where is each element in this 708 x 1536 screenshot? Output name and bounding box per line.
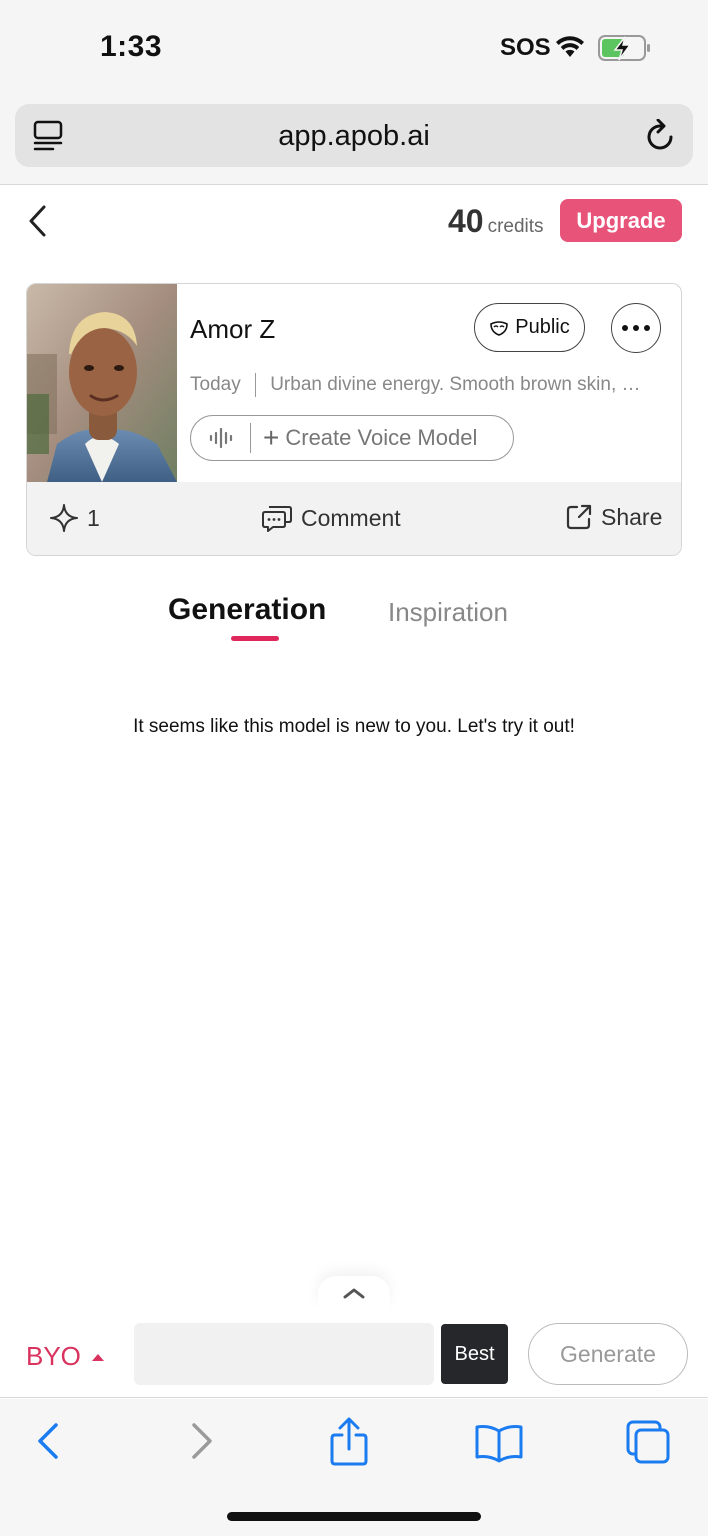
battery-charging-icon [598,35,650,61]
share-sheet-icon[interactable] [328,1417,370,1467]
empty-state-message: It seems like this model is new to you. … [133,716,575,737]
caret-up-icon [91,1353,104,1361]
visibility-button[interactable]: Public [474,303,585,352]
share-label: Share [601,503,663,530]
credits-unit: credits [487,216,544,237]
like-count: 1 [87,504,100,531]
sos-indicator: SOS [500,34,551,61]
share-action[interactable]: Share [565,503,662,531]
bookmarks-icon[interactable] [474,1423,524,1463]
model-date: Today [190,374,241,395]
status-time: 1:33 [100,30,163,63]
more-icon [622,325,650,331]
prompt-input[interactable] [134,1323,434,1385]
active-tab-indicator [231,636,279,641]
comment-action[interactable]: Comment [261,503,401,533]
mask-icon [490,320,509,336]
mode-selector[interactable]: BYO [26,1341,105,1372]
visibility-label: Public [515,316,570,338]
plus-icon: + [263,422,280,453]
url-text[interactable]: app.apob.ai [15,120,693,153]
wifi-icon [556,36,584,57]
reload-icon[interactable] [645,119,677,153]
upgrade-button[interactable]: Upgrade [560,199,682,242]
status-bar: 1:33 SOS [0,0,708,98]
generate-button[interactable]: Generate [528,1323,688,1385]
model-description: Urban divine energy. Smooth brown skin, … [270,374,641,395]
model-card: Amor Z Public Today Urban divine energy.… [26,283,682,556]
mode-label: BYO [26,1341,81,1371]
meta-divider [254,373,257,397]
chevron-up-icon [343,1288,365,1299]
sparkle-icon [50,504,78,532]
browser-forward-icon[interactable] [188,1421,216,1461]
expand-panel-handle[interactable] [318,1276,390,1310]
address-bar[interactable]: app.apob.ai [15,104,693,167]
avatar[interactable] [27,284,177,482]
generate-bar: BYO Best Generate [0,1308,708,1398]
tabs-overview-icon[interactable] [624,1419,672,1465]
comment-label: Comment [301,504,401,531]
comment-icon [262,506,292,532]
like-action[interactable]: 1 [49,503,100,533]
home-indicator [227,1512,481,1521]
voice-wave-icon [191,423,251,453]
more-options-button[interactable] [611,303,661,353]
tab-generation[interactable]: Generation [168,593,326,627]
tab-inspiration[interactable]: Inspiration [388,597,508,628]
create-voice-model-label: Create Voice Model [285,425,478,450]
back-chevron-icon[interactable] [24,204,52,238]
browser-toolbar [0,1399,708,1536]
credits-display: 40 credits [448,203,544,240]
credits-value: 40 [448,203,484,239]
quality-button[interactable]: Best [441,1324,508,1384]
model-name: Amor Z [190,314,276,344]
share-icon [566,504,592,530]
create-voice-model-button[interactable]: + Create Voice Model [190,415,514,461]
model-meta: Today Urban divine energy. Smooth brown … [190,373,660,397]
browser-back-icon[interactable] [34,1421,62,1461]
browser-top-bar: app.apob.ai [0,98,708,185]
card-actions: 1 Comment Share [27,482,681,555]
